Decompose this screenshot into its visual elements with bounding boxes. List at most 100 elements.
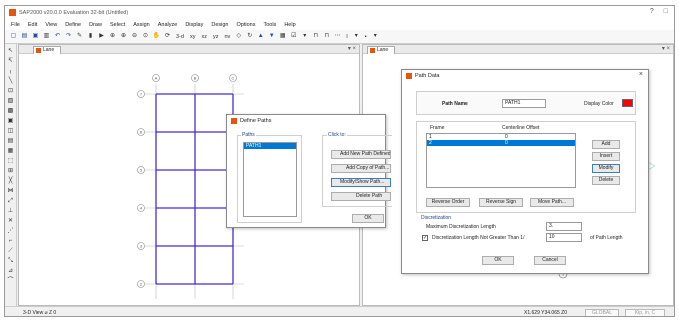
add-new-path-button[interactable]: Add New Path Defined From...	[331, 150, 391, 159]
up-arrow-icon[interactable]: ▲	[256, 32, 265, 41]
view-3d-button[interactable]: 3-d	[174, 34, 186, 40]
snap-all-icon[interactable]: ⤡	[6, 257, 15, 265]
draw-area-icon[interactable]: ▧	[6, 97, 15, 105]
snap-point-icon[interactable]: ╳	[6, 177, 15, 185]
refresh-icon[interactable]: ↻	[245, 32, 254, 41]
close-icon[interactable]: ×	[639, 71, 643, 78]
snap-line-icon[interactable]: ⤢	[6, 197, 15, 205]
path-data-ok-button[interactable]: OK	[482, 256, 514, 265]
snap-icon[interactable]: ⊞	[6, 167, 15, 175]
path-data-cancel-button[interactable]: Cancel	[534, 256, 566, 265]
redo-icon[interactable]: ↷	[64, 32, 73, 41]
draw-section-icon[interactable]: ◫	[6, 127, 15, 135]
joint-icon[interactable]: ╷	[6, 67, 15, 75]
define-paths-ok-button[interactable]: OK	[352, 214, 384, 223]
paths-list[interactable]: PATH1	[243, 142, 297, 217]
menu-select[interactable]: Select	[110, 22, 125, 28]
reverse-sign-button[interactable]: Reverse Sign	[479, 198, 523, 207]
discretization-checkbox[interactable]: ✓	[422, 235, 428, 241]
rotate-icon[interactable]: ⟳	[163, 32, 172, 41]
view-tab-left[interactable]: Lane	[33, 46, 62, 54]
zoom-previous-icon[interactable]: ⊙	[141, 32, 150, 41]
view-tab-right[interactable]: Lane	[367, 46, 396, 54]
new-file-icon[interactable]: ▢	[9, 32, 18, 41]
snap-intersect-icon[interactable]: ✕	[6, 217, 15, 225]
view-xz-button[interactable]: xz	[199, 34, 209, 40]
zoom-out-icon[interactable]: ⊖	[130, 32, 139, 41]
menu-edit[interactable]: Edit	[28, 22, 37, 28]
snap-near-icon[interactable]: ⟋	[6, 247, 15, 255]
menu-display[interactable]: Display	[185, 22, 203, 28]
reverse-order-button[interactable]: Reverse Order	[426, 198, 470, 207]
list-item[interactable]: PATH1	[244, 143, 296, 149]
dropdown-icon[interactable]: ▾	[352, 32, 361, 41]
more-button[interactable]: ▪	[363, 34, 369, 40]
open-folder-icon[interactable]: ▤	[20, 32, 29, 41]
display-color-swatch[interactable]	[622, 99, 633, 107]
menu-design[interactable]: Design	[211, 22, 228, 28]
frame-icon[interactable]: ⊓	[311, 32, 320, 41]
snap-grid-icon[interactable]: ⋰	[6, 227, 15, 235]
menu-view[interactable]: View	[45, 22, 57, 28]
help-icon[interactable]: ?	[650, 8, 654, 15]
grid-icon[interactable]: ▦	[278, 32, 287, 41]
pencil-icon[interactable]: ✎	[75, 32, 84, 41]
menu-draw[interactable]: Draw	[89, 22, 102, 28]
snap-perp-icon[interactable]: ⊥	[6, 207, 15, 215]
menu-tools[interactable]: Tools	[263, 22, 276, 28]
max-discretization-input[interactable]: 3.	[546, 222, 582, 231]
menu-file[interactable]: File	[11, 22, 20, 28]
dropdown-icon[interactable]: ▾	[371, 32, 380, 41]
print-icon[interactable]: ▥	[42, 32, 51, 41]
run-icon[interactable]: ▶	[97, 32, 106, 41]
menu-define[interactable]: Define	[65, 22, 81, 28]
check-icon[interactable]: ☑	[289, 32, 298, 41]
maximize-icon[interactable]: □	[664, 8, 668, 15]
draw-line-icon[interactable]: ╲	[6, 77, 15, 85]
select-icon[interactable]: ⬚	[6, 157, 15, 165]
menu-assign[interactable]: Assign	[133, 22, 150, 28]
view-yz-button[interactable]: yz	[211, 34, 221, 40]
lock-icon[interactable]: ▮	[86, 32, 95, 41]
reshape-icon[interactable]: ↸	[6, 57, 15, 65]
discretization-length-input[interactable]: 10	[546, 233, 582, 242]
section-button[interactable]: I	[344, 34, 350, 40]
draw-grid-icon[interactable]: ▤	[6, 137, 15, 145]
pan-icon[interactable]: ✋	[152, 32, 161, 41]
zoom-in-icon[interactable]: ⊕	[119, 32, 128, 41]
menu-help[interactable]: Help	[284, 22, 295, 28]
path-frames-table[interactable]: 1 0 2 0	[426, 133, 576, 188]
dropdown-icon[interactable]: ▾	[300, 32, 309, 41]
units-dropdown[interactable]: Kip, in, C	[625, 309, 665, 316]
undo-icon[interactable]: ↶	[53, 32, 62, 41]
modify-frame-button[interactable]: Modify	[592, 164, 620, 173]
draw-poly-icon[interactable]: ▩	[6, 107, 15, 115]
down-arrow-icon[interactable]: ▼	[267, 32, 276, 41]
insert-frame-button[interactable]: Insert	[592, 152, 620, 161]
menu-analyze[interactable]: Analyze	[158, 22, 178, 28]
dots-icon[interactable]: ⋯	[333, 32, 342, 41]
perspective-icon[interactable]: ◇	[234, 32, 243, 41]
delete-path-button[interactable]: Delete Path	[331, 192, 391, 201]
move-path-button[interactable]: Move Path...	[530, 198, 574, 207]
add-frame-button[interactable]: Add	[592, 140, 620, 149]
snap-fine-icon[interactable]: ⊿	[6, 267, 15, 275]
menu-options[interactable]: Options	[237, 22, 256, 28]
snap-arc-icon[interactable]: ⌒	[6, 277, 15, 285]
delete-frame-button[interactable]: Delete	[592, 176, 620, 185]
add-copy-path-button[interactable]: Add Copy of Path...	[331, 164, 391, 173]
draw-frame-icon[interactable]: ⊡	[6, 87, 15, 95]
select-all-icon[interactable]: ▦	[6, 147, 15, 155]
view-tab-controls[interactable]: ▾ ×	[662, 45, 670, 54]
snap-mid-icon[interactable]: ⋈	[6, 187, 15, 195]
view-tab-controls[interactable]: ▾ ×	[348, 45, 356, 54]
table-row[interactable]: 2 0	[427, 140, 575, 146]
view-xy-button[interactable]: xy	[188, 34, 198, 40]
path-name-input[interactable]: PATH1	[502, 99, 546, 108]
pointer-icon[interactable]: ↖	[6, 47, 15, 55]
snap-end-icon[interactable]: ⌐	[6, 237, 15, 245]
draw-solid-icon[interactable]: ▣	[6, 117, 15, 125]
zoom-window-icon[interactable]: ⊕	[108, 32, 117, 41]
modify-show-path-button[interactable]: Modify/Show Path...	[331, 178, 391, 187]
frame-members[interactable]	[155, 93, 234, 285]
